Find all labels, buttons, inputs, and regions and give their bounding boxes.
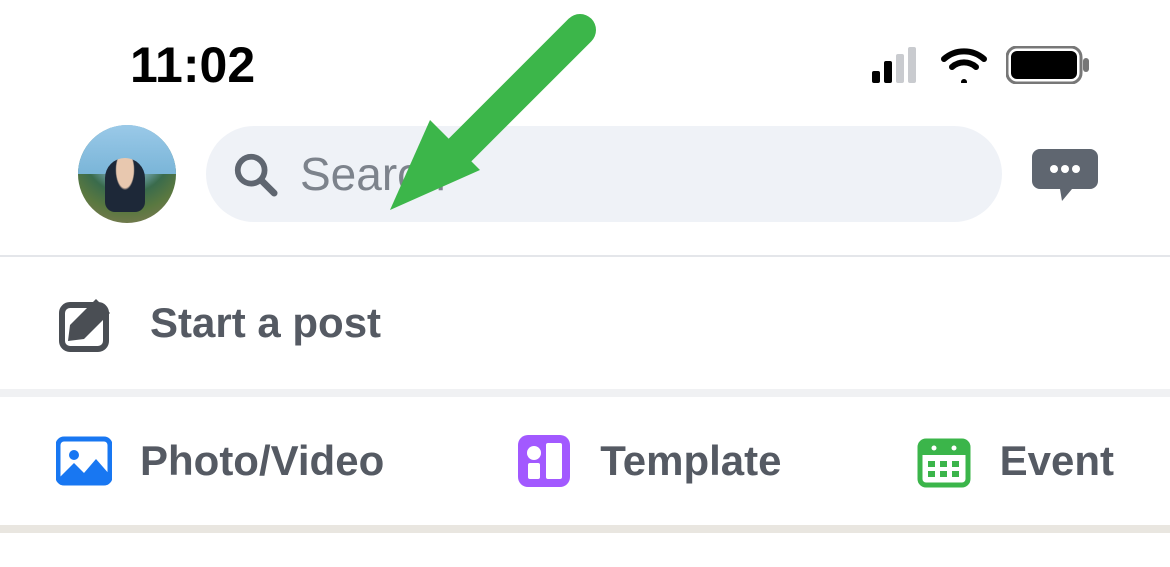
event-label: Event (1000, 437, 1114, 485)
status-bar: 11:02 (0, 0, 1170, 110)
photo-icon (56, 433, 112, 489)
status-time: 11:02 (130, 36, 255, 94)
status-icons (872, 46, 1090, 84)
post-actions-row: Photo/Video Template Event (0, 397, 1170, 533)
template-label: Template (600, 437, 781, 485)
start-post-row[interactable]: Start a post (0, 257, 1170, 397)
compose-icon (56, 291, 120, 355)
search-box[interactable] (206, 126, 1002, 222)
photo-video-button[interactable]: Photo/Video (56, 433, 384, 489)
start-post-label: Start a post (150, 299, 381, 347)
calendar-icon (916, 433, 972, 489)
template-icon (516, 433, 572, 489)
battery-icon (1006, 46, 1090, 84)
template-button[interactable]: Template (516, 433, 781, 489)
event-button[interactable]: Event (916, 433, 1114, 489)
photo-video-label: Photo/Video (140, 437, 384, 485)
search-icon (232, 151, 278, 197)
profile-avatar[interactable] (78, 125, 176, 223)
chat-icon[interactable] (1032, 145, 1098, 203)
search-input[interactable] (300, 147, 976, 201)
wifi-icon (940, 47, 988, 83)
header-row (0, 110, 1170, 257)
cellular-signal-icon (872, 47, 922, 83)
